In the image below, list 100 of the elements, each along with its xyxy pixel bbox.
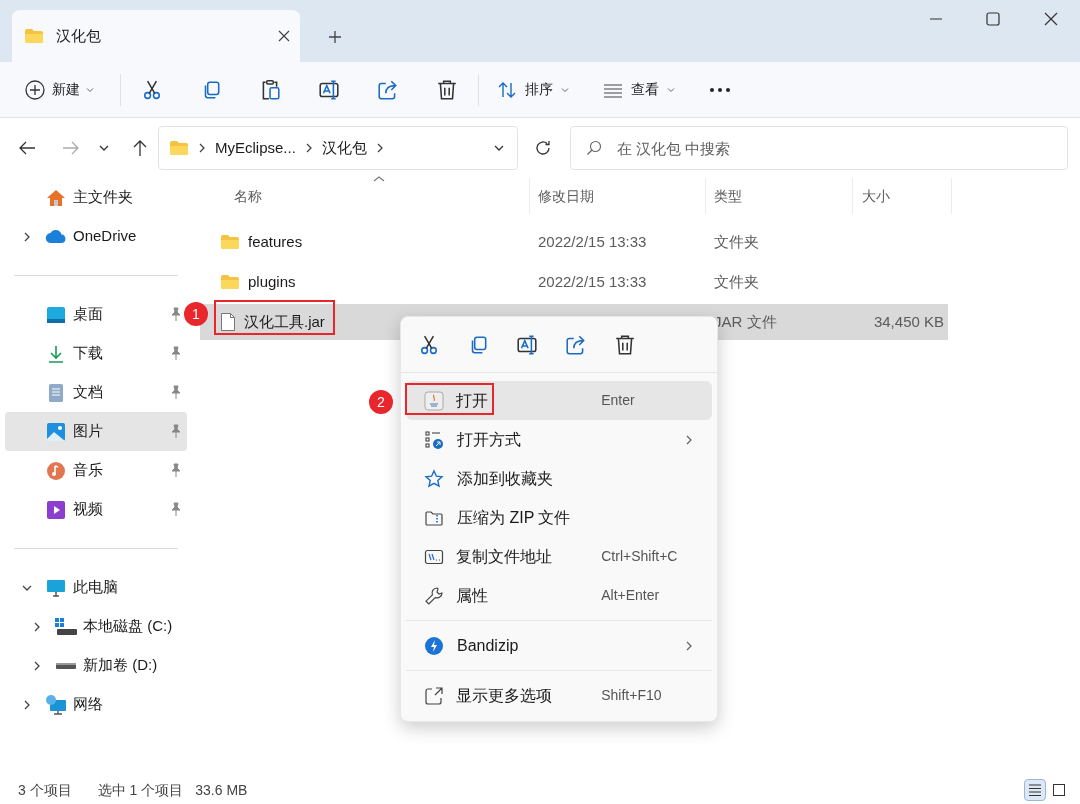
column-header[interactable]: 类型 (714, 185, 742, 207)
sidebar-item[interactable]: 主文件夹 (5, 178, 187, 217)
file-type: JAR 文件 (714, 312, 777, 330)
pin-icon (169, 385, 183, 399)
selection-count: 选中 1 个项目 (97, 780, 184, 800)
details-view-icon (1028, 783, 1042, 797)
file-icon (220, 312, 236, 332)
plus-icon[interactable] (328, 30, 342, 44)
sidebar-item[interactable]: 此电脑 (5, 568, 187, 607)
rename-icon[interactable] (516, 333, 538, 356)
folder-icon (169, 140, 189, 156)
chevron-right-icon (32, 659, 42, 672)
sidebar-item[interactable]: 下载 (5, 334, 187, 373)
file-size: 34,450 KB (873, 312, 944, 330)
java-cup-icon (423, 390, 444, 411)
breadcrumb[interactable]: MyEclipse... (215, 136, 296, 160)
caret-icon (86, 86, 94, 93)
sidebar-label: OneDrive (73, 226, 137, 247)
trash-icon[interactable] (436, 78, 458, 101)
rename-icon[interactable] (318, 78, 340, 101)
video-icon (46, 499, 66, 520)
sidebar-item[interactable]: 视频 (5, 490, 187, 529)
folder-icon (220, 274, 240, 290)
sidebar-label: 主文件夹 (73, 187, 133, 208)
sidebar-label: 音乐 (73, 460, 103, 481)
menu-label: Bandizip (457, 635, 520, 656)
file-name: 汉化工具.jar (244, 311, 325, 332)
column-header[interactable]: 名称 (234, 185, 262, 207)
caret-icon (561, 86, 569, 93)
sidebar-label: 新加卷 (D:) (83, 655, 158, 676)
maximize-icon[interactable] (986, 12, 1000, 26)
chevron-right-icon (197, 142, 207, 154)
shortcut-hint: Alt+Enter (601, 586, 661, 605)
menu-label: 复制文件地址 (456, 546, 554, 567)
menu-item[interactable]: 打开 Enter (406, 381, 712, 420)
column-header[interactable]: 修改日期 (538, 185, 594, 207)
sidebar-label: 网络 (73, 694, 103, 715)
monitor-icon (46, 577, 66, 598)
open-with-icon (424, 429, 444, 450)
share-icon[interactable] (377, 78, 399, 101)
pin-icon (169, 502, 183, 516)
sort-button[interactable]: 排序 (497, 79, 569, 100)
step-badge: 2 (369, 390, 393, 414)
folder-icon (24, 28, 44, 44)
sidebar-item[interactable]: 图片 (5, 412, 187, 451)
pin-icon (169, 424, 183, 438)
breadcrumb[interactable]: 汉化包 (321, 136, 367, 160)
menu-label: 属性 (456, 585, 490, 606)
sidebar-item[interactable]: 新加卷 (D:) (5, 646, 187, 685)
column-header[interactable]: 大小 (862, 185, 890, 207)
sidebar-label: 此电脑 (73, 577, 118, 598)
document-icon (47, 382, 65, 403)
scissors-icon[interactable] (418, 333, 440, 356)
sidebar-label: 本地磁盘 (C:) (83, 616, 173, 637)
menu-label: 添加到收藏夹 (457, 468, 554, 489)
new-button[interactable]: 新建 (24, 78, 106, 101)
sidebar-label: 文档 (73, 382, 103, 403)
sidebar-label: 下载 (73, 343, 103, 364)
menu-label: 打开方式 (457, 429, 522, 450)
shortcut-hint: Enter (601, 391, 636, 410)
network-icon (45, 693, 67, 716)
sidebar-item[interactable]: 音乐 (5, 451, 187, 490)
sidebar-item[interactable]: OneDrive (5, 217, 187, 256)
house-icon (46, 187, 66, 208)
close-icon[interactable] (278, 30, 290, 42)
tab[interactable]: 汉化包 (12, 10, 300, 62)
lightning-badge-icon (424, 635, 444, 656)
share-icon[interactable] (565, 333, 587, 356)
close-icon[interactable] (1044, 12, 1058, 26)
address-bar[interactable]: MyEclipse... 汉化包 (158, 126, 518, 170)
download-arrow-icon (46, 343, 66, 364)
view-toggle[interactable] (1024, 779, 1046, 801)
open-external-icon (423, 685, 444, 706)
file-row[interactable]: plugins 2022/2/15 13:33 文件夹 (200, 264, 948, 300)
file-date: 2022/2/15 13:33 (538, 232, 647, 250)
file-name: plugins (248, 271, 296, 292)
pin-icon (169, 307, 183, 321)
search-field[interactable]: 在 汉化包 中搜索 (570, 126, 1068, 170)
view-button[interactable]: 查看 (603, 79, 675, 100)
sidebar-item[interactable]: 文档 (5, 373, 187, 412)
shortcut-hint: Shift+F10 (601, 686, 663, 705)
refresh-icon[interactable] (534, 139, 552, 157)
cloud-icon (45, 228, 67, 245)
menu-label: 显示更多选项 (456, 685, 554, 706)
sidebar-item[interactable]: 桌面 (5, 295, 187, 334)
chevron-down-icon (493, 143, 505, 153)
sidebar-item[interactable]: 本地磁盘 (C:) (5, 607, 187, 646)
more-icon[interactable] (709, 86, 731, 93)
sort-caret-icon (373, 175, 385, 183)
picture-icon (46, 421, 66, 442)
sidebar-item[interactable]: 网络 (5, 685, 187, 724)
scissors-icon[interactable] (141, 78, 163, 101)
item-count: 3 个项目 (18, 780, 72, 800)
file-row[interactable]: features 2022/2/15 13:33 文件夹 (200, 224, 948, 260)
step-badge: 1 (184, 302, 208, 326)
trash-icon[interactable] (614, 333, 636, 356)
folder-icon (220, 234, 240, 250)
up-arrow-icon[interactable] (132, 139, 148, 157)
menu-label: 压缩为 ZIP 文件 (457, 507, 572, 528)
back-arrow-icon[interactable] (18, 140, 36, 156)
